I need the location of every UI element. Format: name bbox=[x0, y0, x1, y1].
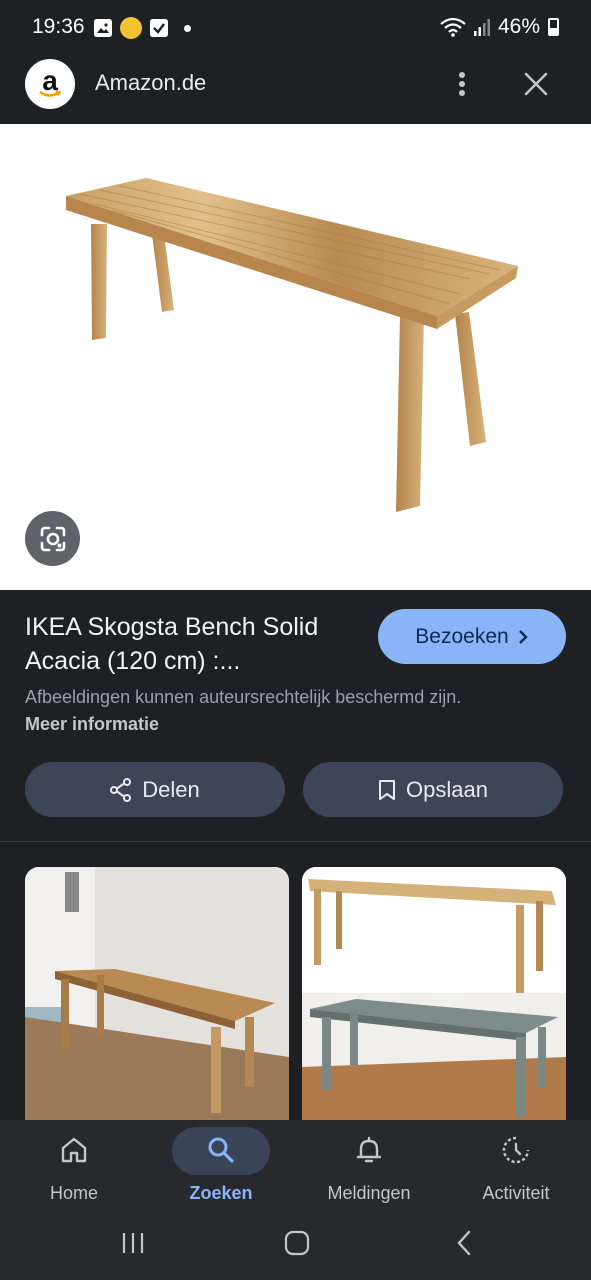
save-label: Opslaan bbox=[406, 776, 488, 802]
history-icon bbox=[502, 1136, 530, 1164]
battery-icon bbox=[548, 18, 559, 36]
section-divider bbox=[0, 841, 591, 842]
copyright-text: Afbeeldingen kunnen auteursrechtelijk be… bbox=[25, 687, 462, 707]
share-button[interactable]: Delen bbox=[25, 762, 285, 817]
visit-button[interactable]: Bezoeken bbox=[378, 609, 566, 664]
nav-notifications[interactable]: Meldingen bbox=[309, 1120, 429, 1216]
wifi-icon bbox=[440, 17, 466, 37]
signal-icon bbox=[473, 19, 490, 36]
result-info: IKEA Skogsta Bench Solid Acacia (120 cm)… bbox=[0, 590, 591, 842]
nav-home[interactable]: Home bbox=[14, 1120, 134, 1216]
close-icon[interactable] bbox=[520, 68, 552, 100]
app-badge-icon bbox=[120, 17, 142, 39]
site-logo[interactable]: a bbox=[25, 59, 75, 109]
more-options-icon[interactable] bbox=[448, 68, 476, 100]
status-right: 46% bbox=[440, 15, 559, 39]
nav-search-label: Zoeken bbox=[189, 1183, 253, 1203]
amazon-smile-icon bbox=[39, 90, 61, 97]
bench-photo-collage bbox=[302, 867, 566, 1120]
more-notifications-dot bbox=[184, 24, 191, 32]
notification-icons bbox=[94, 17, 191, 39]
bell-icon bbox=[356, 1136, 382, 1163]
home-icon bbox=[61, 1137, 87, 1163]
related-image[interactable] bbox=[25, 867, 289, 1120]
battery-percent: 46% bbox=[497, 15, 540, 38]
google-lens-icon bbox=[40, 526, 65, 551]
bookmark-icon bbox=[379, 779, 396, 800]
bench-photo-hallway bbox=[25, 867, 289, 1120]
status-time: 19:36 bbox=[32, 15, 85, 38]
image-icon bbox=[94, 19, 112, 37]
system-navigation bbox=[0, 1216, 591, 1280]
copyright-notice: Afbeeldingen kunnen auteursrechtelijk be… bbox=[25, 684, 505, 738]
nav-activity[interactable]: Activiteit bbox=[456, 1120, 576, 1216]
more-info-link[interactable]: Meer informatie bbox=[25, 714, 159, 734]
save-button[interactable]: Opslaan bbox=[303, 762, 563, 817]
share-label: Delen bbox=[142, 776, 200, 802]
home-button-icon[interactable] bbox=[284, 1230, 310, 1256]
bottom-navigation: Home Zoeken Meldingen Activiteit bbox=[0, 1120, 591, 1216]
share-icon bbox=[110, 777, 132, 802]
bench-illustration bbox=[66, 178, 518, 512]
nav-home-label: Home bbox=[49, 1183, 98, 1203]
product-title[interactable]: IKEA Skogsta Bench Solid Acacia (120 cm)… bbox=[25, 610, 365, 678]
page-header: a Amazon.de bbox=[0, 56, 591, 124]
nav-notifications-label: Meldingen bbox=[327, 1183, 411, 1203]
check-icon bbox=[150, 19, 168, 37]
recent-apps-icon[interactable] bbox=[120, 1230, 146, 1256]
product-image[interactable] bbox=[0, 124, 591, 590]
nav-activity-label: Activiteit bbox=[482, 1183, 550, 1203]
lens-button[interactable] bbox=[25, 511, 80, 566]
nav-search[interactable]: Zoeken bbox=[161, 1120, 281, 1216]
search-icon bbox=[208, 1137, 234, 1163]
back-icon[interactable] bbox=[452, 1230, 478, 1256]
related-image[interactable] bbox=[302, 867, 566, 1120]
visit-label: Bezoeken bbox=[415, 624, 509, 648]
chevron-right-icon bbox=[518, 629, 528, 644]
status-bar: 19:36 46% bbox=[0, 0, 591, 56]
site-name[interactable]: Amazon.de bbox=[95, 70, 206, 96]
